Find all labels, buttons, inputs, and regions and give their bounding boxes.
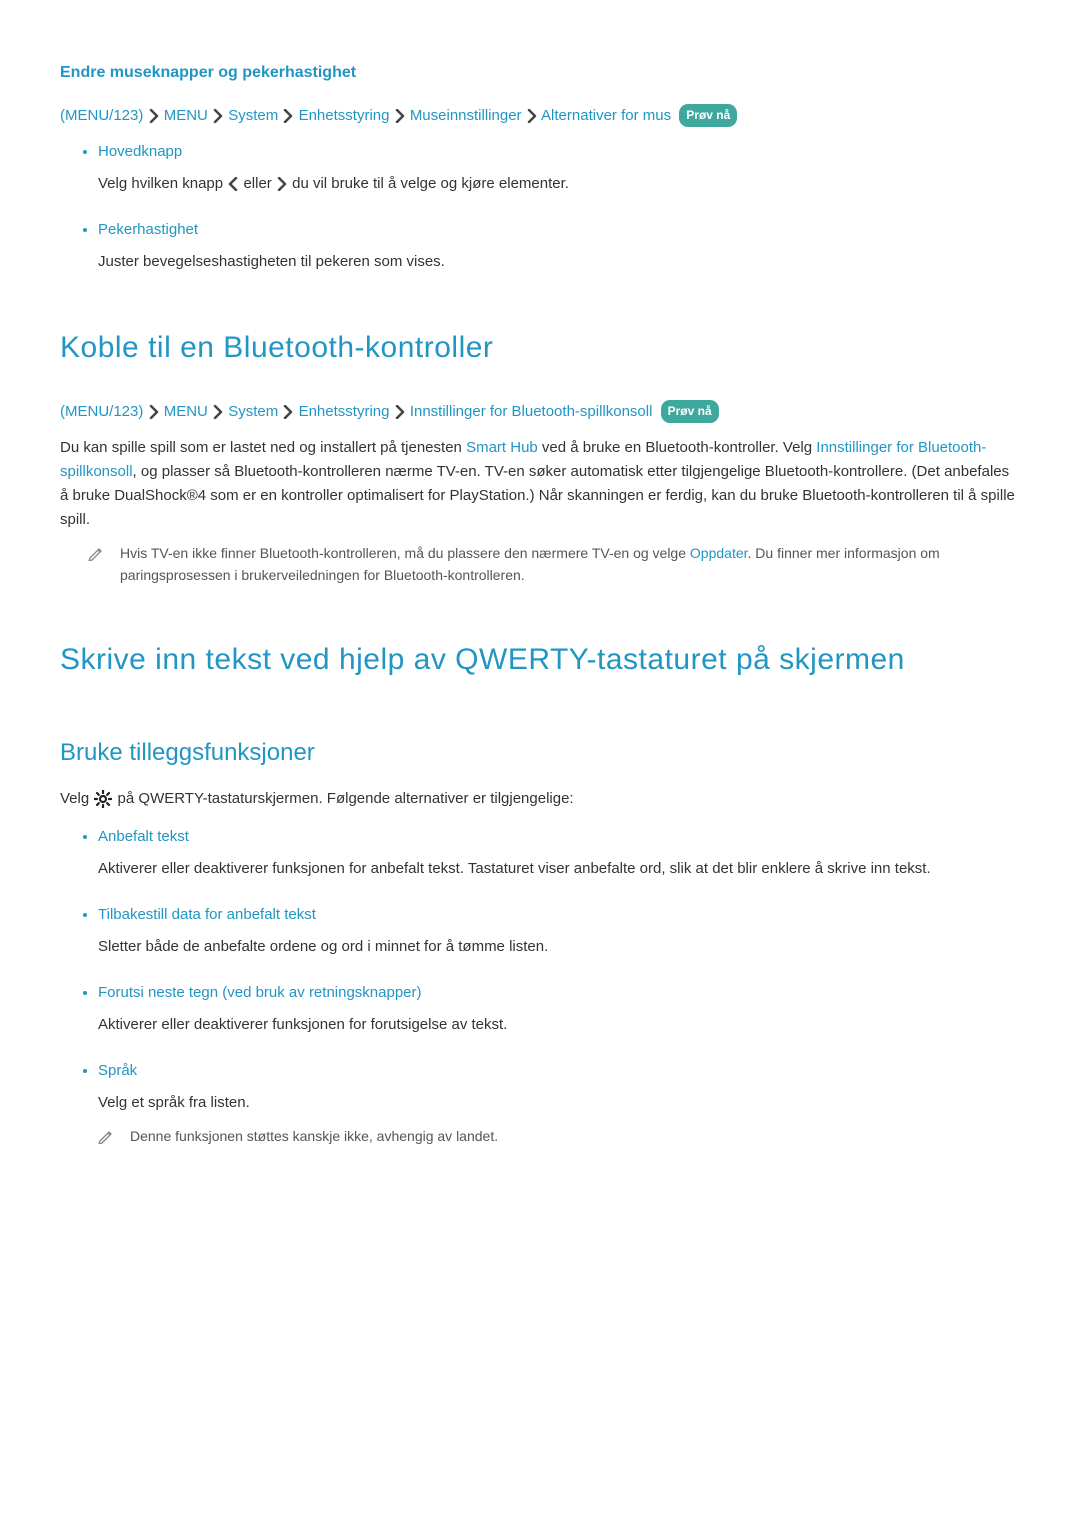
breadcrumb-item[interactable]: Museinnstillinger [410,107,522,124]
pencil-icon [88,545,104,561]
try-now-badge[interactable]: Prøv nå [679,104,737,127]
option-description: Aktiverer eller deaktiverer funksjonen f… [88,857,1020,881]
option-label: Tilbakestill data for anbefalt tekst [98,903,1020,927]
inline-link-refresh[interactable]: Oppdater [690,545,748,561]
breadcrumb-item[interactable]: Innstillinger for Bluetooth-spillkonsoll [410,403,653,420]
desc-text: Velg hvilken knapp [98,175,227,192]
list-item: Språk Velg et språk fra listen. Denne fu… [98,1059,1020,1147]
list-item: Anbefalt tekst Aktiverer eller deaktiver… [98,825,1020,881]
chevron-right-icon [282,405,294,419]
list-item: Tilbakestill data for anbefalt tekst Sle… [98,903,1020,959]
intro-text-a: Velg [60,790,93,807]
para-text: Du kan spille spill som er lastet ned og… [60,439,466,456]
note-language: Denne funksjonen støttes kanskje ikke, a… [98,1125,1020,1147]
gear-icon [94,790,112,808]
inline-link-smarthub[interactable]: Smart Hub [466,439,538,456]
breadcrumb-item[interactable]: System [228,107,278,124]
breadcrumb-item[interactable]: MENU/123 [65,107,138,124]
note-text-a: Hvis TV-en ikke finner Bluetooth-kontrol… [120,545,690,561]
chevron-right-icon [394,405,406,419]
desc-text: du vil bruke til å velge og kjøre elemen… [292,175,569,192]
pencil-icon [98,1128,114,1144]
breadcrumb-item[interactable]: MENU [164,107,208,124]
list-item: Hovedknapp Velg hvilken knapp eller du v… [98,140,1020,196]
section-title-mouse: Endre museknapper og pekerhastighet [60,60,1020,86]
option-description: Sletter både de anbefalte ordene og ord … [88,935,1020,959]
paren-close: ) [138,107,143,124]
para-text: , og plasser så Bluetooth-kontrolleren n… [60,463,1015,528]
option-description: Velg et språk fra listen. [88,1091,1020,1115]
list-item: Forutsi neste tegn (ved bruk av retnings… [98,981,1020,1037]
note-text: Hvis TV-en ikke finner Bluetooth-kontrol… [120,542,1020,587]
chevron-right-icon [212,405,224,419]
option-label: Hovedknapp [98,140,1020,164]
note-text: Denne funksjonen støttes kanskje ikke, a… [130,1125,498,1147]
heading-qwerty: Skrive inn tekst ved hjelp av QWERTY-tas… [60,636,1020,684]
intro-text-b: på QWERTY-tastaturskjermen. Følgende alt… [118,790,574,807]
breadcrumb-item[interactable]: MENU [164,403,208,420]
breadcrumb-item[interactable]: MENU/123 [65,403,138,420]
note-bluetooth: Hvis TV-en ikke finner Bluetooth-kontrol… [60,542,1020,587]
option-description: Velg hvilken knapp eller du vil bruke ti… [88,172,1020,196]
breadcrumb-item[interactable]: System [228,403,278,420]
try-now-badge[interactable]: Prøv nå [661,400,719,423]
options-list-qwerty: Anbefalt tekst Aktiverer eller deaktiver… [60,825,1020,1147]
option-label: Anbefalt tekst [98,825,1020,849]
option-label: Pekerhastighet [98,218,1020,242]
list-item: Pekerhastighet Juster bevegelseshastighe… [98,218,1020,274]
chevron-right-icon [148,405,160,419]
option-description: Aktiverer eller deaktiverer funksjonen f… [88,1013,1020,1037]
chevron-right-icon [276,177,288,191]
breadcrumb-item[interactable]: Enhetsstyring [299,107,390,124]
subheading-extras: Bruke tilleggsfunksjoner [60,734,1020,772]
breadcrumb-mouse: (MENU/123) MENU System Enhetsstyring Mus… [60,104,1020,128]
para-text: ved å bruke en Bluetooth-kontroller. Vel… [538,439,817,456]
intro-qwerty: Velg på QWERTY-tastaturskjermen. Følgend… [60,787,1020,811]
breadcrumb-item[interactable]: Alternativer for mus [541,107,671,124]
chevron-right-icon [148,109,160,123]
paragraph-bluetooth: Du kan spille spill som er lastet ned og… [60,436,1020,532]
breadcrumb-item[interactable]: Enhetsstyring [299,403,390,420]
desc-text: eller [243,175,276,192]
heading-bluetooth: Koble til en Bluetooth-kontroller [60,324,1020,372]
chevron-left-icon [227,177,239,191]
option-description: Juster bevegelseshastigheten til pekeren… [88,250,1020,274]
breadcrumb-bluetooth: (MENU/123) MENU System Enhetsstyring Inn… [60,400,1020,424]
option-label: Forutsi neste tegn (ved bruk av retnings… [98,981,1020,1005]
chevron-right-icon [212,109,224,123]
options-list-mouse: Hovedknapp Velg hvilken knapp eller du v… [60,140,1020,274]
chevron-right-icon [282,109,294,123]
paren-close: ) [138,403,143,420]
chevron-right-icon [526,109,538,123]
option-label: Språk [98,1059,1020,1083]
chevron-right-icon [394,109,406,123]
